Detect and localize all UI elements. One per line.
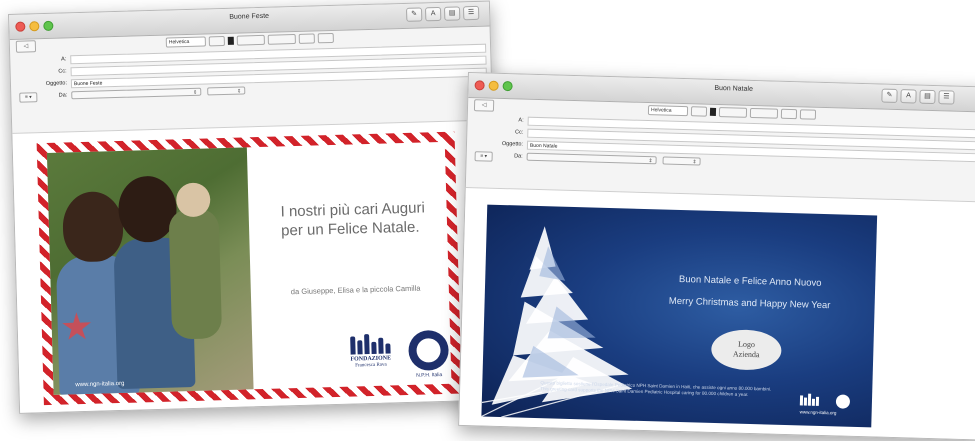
text-color-icon[interactable] [227, 36, 234, 45]
fondazione-logo: FONDAZIONE Francesca Rava [340, 333, 401, 370]
stationery-icon[interactable]: ☰ [462, 5, 480, 21]
children-photo: www.ngn-italia.org [46, 147, 254, 395]
subject-label: Oggetto: [501, 140, 524, 148]
from-select[interactable]: ⇕ [526, 152, 657, 165]
mail-window-buon-natale: Buon Natale ✎ A ▤ ☰ ◁ Helvetica A: Cc: O… [458, 72, 975, 441]
signature-select[interactable]: ⇕ [662, 156, 701, 166]
from-label: Da: [58, 92, 68, 99]
mail-window-buone-feste: Buone Feste ✎ A ▤ ☰ ◁ Helvetica A: Cc: O… [8, 0, 501, 414]
card-url: www.ngn-italia.org [799, 409, 837, 416]
corporate-christmas-card: Buon Natale e Felice Anno Nuovo Merry Ch… [481, 204, 878, 428]
fonts-icon[interactable]: A [424, 6, 442, 22]
text-color-icon[interactable] [709, 107, 717, 116]
style-buttons[interactable] [718, 107, 748, 118]
style-buttons[interactable] [236, 34, 265, 46]
to-label: A: [61, 56, 67, 63]
stationery-icon[interactable]: ☰ [938, 90, 955, 105]
photo-browser-icon[interactable]: ▤ [919, 89, 936, 105]
signed-text: da Giuseppe, Elisa e la piccola Camilla [290, 283, 421, 297]
message-body[interactable]: www.ngn-italia.org I nostri più cari Aug… [12, 119, 500, 413]
align-buttons[interactable] [267, 33, 296, 45]
list-select[interactable] [780, 108, 798, 120]
christmas-card-frame: www.ngn-italia.org I nostri più cari Aug… [36, 131, 462, 406]
list-select[interactable] [298, 33, 315, 44]
indent-buttons[interactable] [317, 32, 334, 44]
signature-select[interactable]: ⇕ [207, 86, 246, 96]
message-body[interactable]: Buon Natale e Felice Anno Nuovo Merry Ch… [459, 186, 975, 440]
align-buttons[interactable] [749, 107, 779, 119]
christmas-card: www.ngn-italia.org I nostri più cari Aug… [46, 141, 452, 395]
font-select[interactable]: Helvetica [165, 36, 206, 48]
family-icon [340, 333, 401, 355]
photo-browser-icon[interactable]: ▤ [443, 6, 461, 21]
greeting-text: I nostri più cari Auguri per un Felice N… [280, 199, 426, 240]
subject-label: Oggetto: [45, 80, 68, 87]
cc-label: Cc: [58, 68, 67, 75]
sponsor-logos: www.ngn-italia.org [800, 393, 861, 417]
logo-line-2: Azienda [732, 349, 760, 360]
family-icon [799, 393, 820, 406]
font-size-select[interactable] [690, 106, 708, 117]
font-size-select[interactable] [208, 35, 225, 47]
cc-label: Cc: [514, 129, 524, 136]
logo2-name: N.P.H. Italia [416, 372, 443, 379]
nph-logo-icon [408, 329, 450, 371]
nph-logo-icon [835, 394, 851, 409]
from-select[interactable]: ⇕ [71, 87, 202, 100]
indent-buttons[interactable] [799, 109, 817, 120]
attach-icon[interactable]: ✎ [881, 88, 898, 103]
attach-icon[interactable]: ✎ [405, 7, 423, 22]
fonts-icon[interactable]: A [900, 89, 917, 104]
font-select[interactable]: Helvetica [647, 105, 689, 117]
to-label: A: [518, 117, 524, 124]
